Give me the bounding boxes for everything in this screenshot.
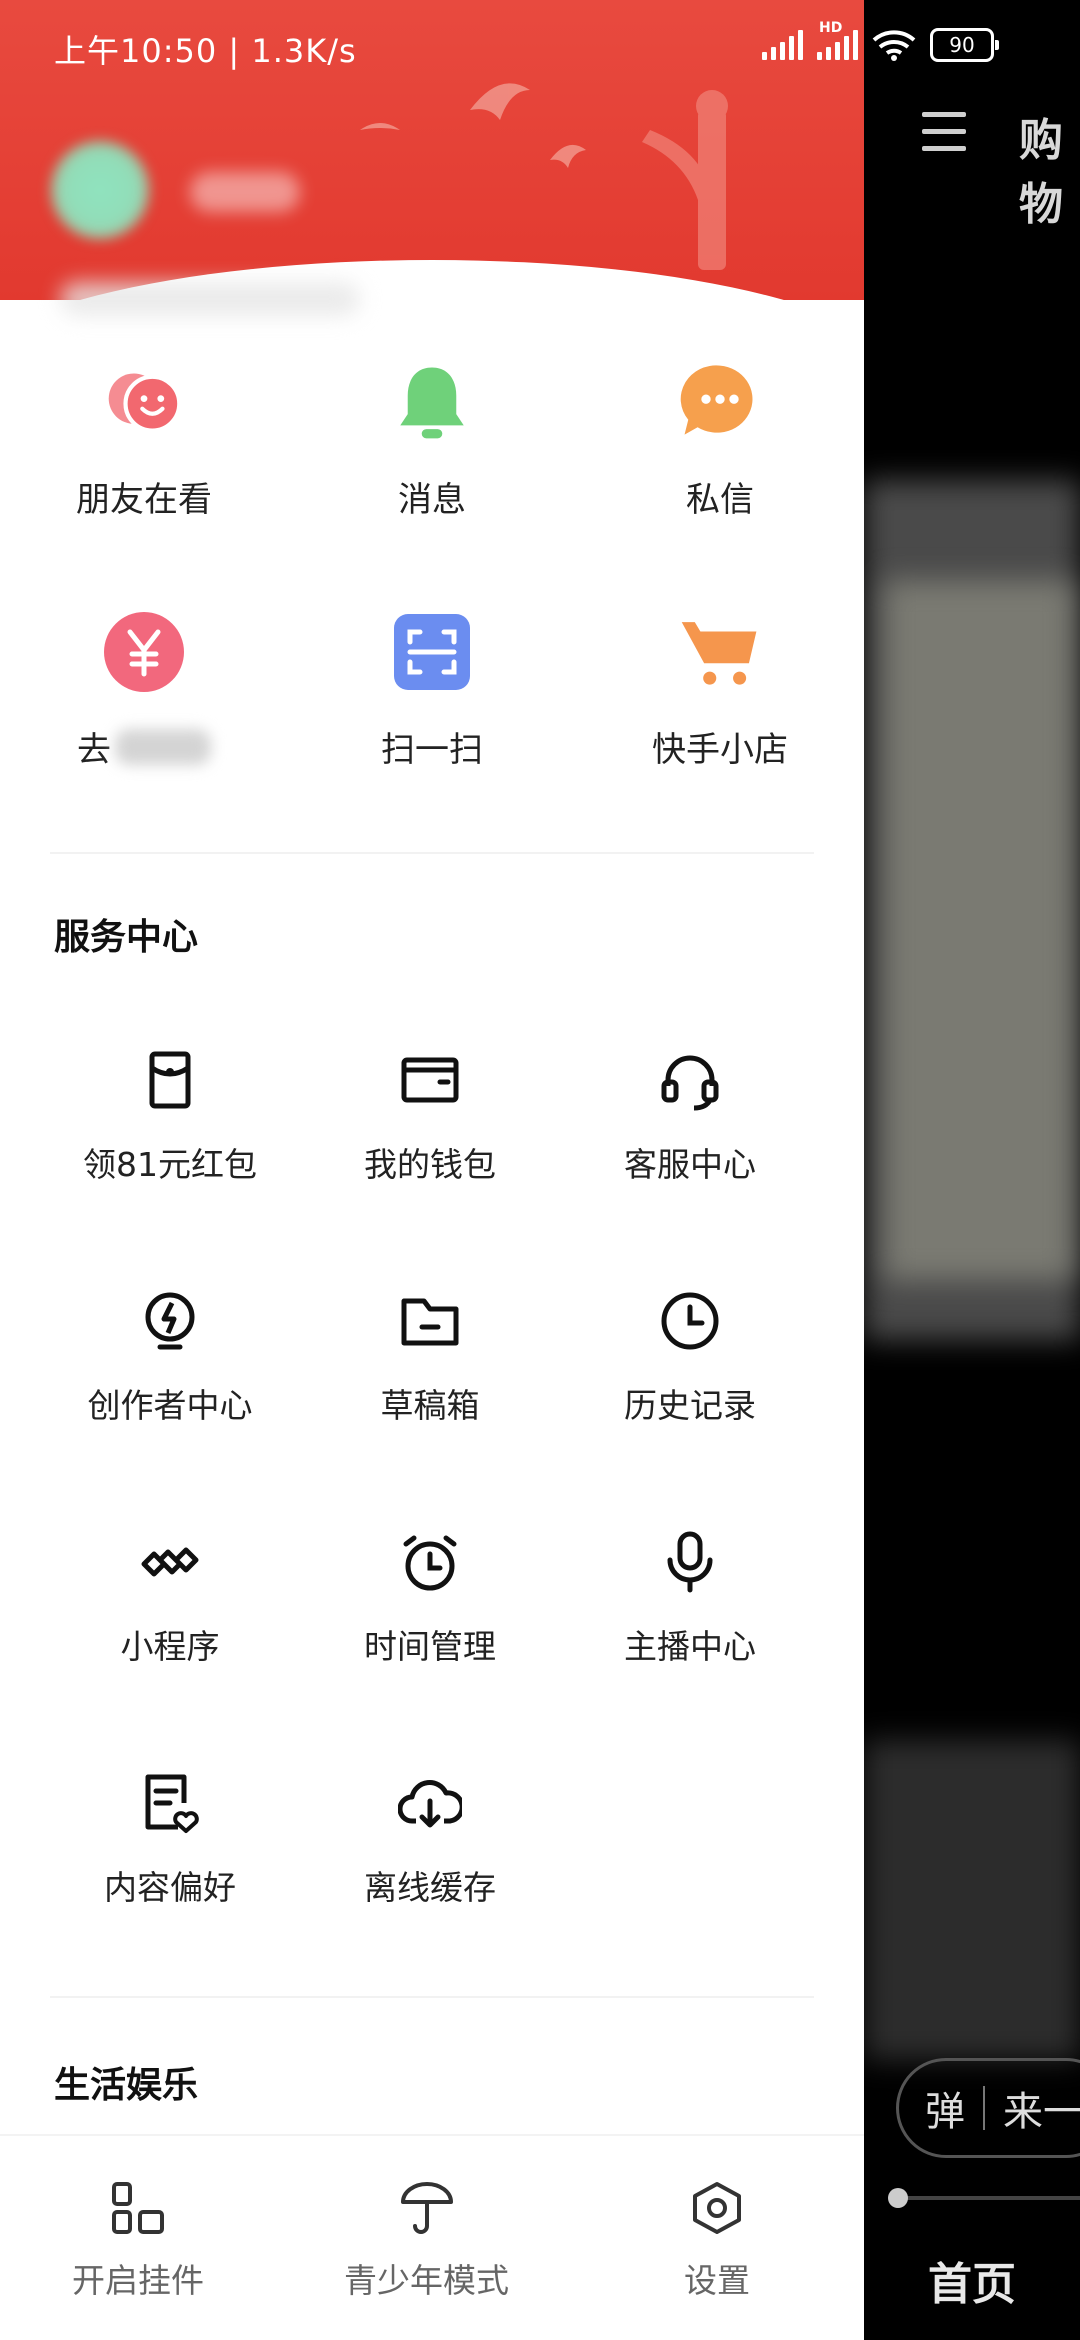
youth-mode-button[interactable]: 青少年模式: [344, 2180, 509, 2302]
quick-item-label: 扫一扫: [381, 730, 483, 770]
quick-item-label-wrap: 去: [77, 722, 211, 771]
bottom-tab-home[interactable]: 首页: [928, 2248, 1016, 2312]
service-item-label: 小程序: [120, 1627, 220, 1666]
quick-item-label: 去: [77, 730, 111, 770]
status-time: 上午10:50 | 1.3K/s: [54, 32, 357, 70]
service-item-customer-service[interactable]: 客服中心: [560, 1048, 820, 1289]
umbrella-icon: [400, 2182, 453, 2234]
doc-heart-icon: [145, 1774, 199, 1833]
hamburger-menu-icon[interactable]: [922, 112, 966, 163]
bell-icon: [390, 360, 474, 444]
settings-label: 设置: [684, 2261, 750, 2300]
status-bar-icons: HD 90: [762, 20, 999, 62]
wifi-icon: [872, 30, 916, 61]
video-progress-bar[interactable]: [888, 2188, 1080, 2208]
headset-icon: [661, 1055, 719, 1111]
danmu-toggle-label[interactable]: 弹: [925, 2079, 965, 2137]
quick-item-private-message[interactable]: 私信: [576, 360, 864, 521]
quick-item-label: 消息: [398, 480, 466, 520]
folder-icon: [401, 1298, 459, 1346]
quick-item-go[interactable]: 去: [0, 610, 288, 771]
side-drawer: 上午10:50 | 1.3K/s 朋友在看 消息 私信 去 扫一扫 快手小店 服…: [0, 0, 864, 2340]
wallet-icon: [401, 1057, 459, 1103]
section-title-life-entertainment: 生活娱乐: [54, 2065, 199, 2106]
quick-item-label: 快手小店: [652, 730, 788, 770]
blurred-label-part: [115, 728, 211, 765]
service-item-label: 我的钱包: [364, 1145, 496, 1184]
service-item-time-management[interactable]: 时间管理: [300, 1530, 560, 1771]
service-item-label: 历史记录: [624, 1386, 756, 1425]
widget-label: 开启挂件: [72, 2261, 204, 2300]
service-item-history[interactable]: 历史记录: [560, 1289, 820, 1530]
widget-icon: [112, 2182, 164, 2234]
service-item-streamer-center[interactable]: 主播中心: [560, 1530, 820, 1771]
yuan-coin-icon: [102, 610, 186, 694]
signal-1-icon: [762, 30, 803, 60]
infinity-link-icon: [141, 1547, 199, 1577]
quick-actions-row-2: 去 扫一扫 快手小店: [0, 610, 864, 771]
service-item-label: 内容偏好: [104, 1868, 236, 1907]
progress-handle[interactable]: [888, 2188, 908, 2208]
drawer-bottom-bar: 开启挂件 青少年模式 设置: [0, 2134, 864, 2340]
blurred-video-content: [864, 1740, 1080, 2060]
blurred-video-content: [884, 580, 1074, 1280]
quick-item-label: 朋友在看: [76, 480, 212, 520]
cart-icon: [678, 610, 762, 694]
quick-item-friends-watching[interactable]: 朋友在看: [0, 360, 288, 521]
service-item-label: 时间管理: [364, 1627, 496, 1666]
clock-icon: [661, 1292, 719, 1350]
service-item-label: 主播中心: [624, 1627, 756, 1666]
service-item-label: 离线缓存: [364, 1868, 496, 1907]
bulb-bolt-icon: [145, 1292, 195, 1350]
widget-button[interactable]: 开启挂件: [72, 2180, 204, 2302]
avatar[interactable]: [50, 140, 150, 240]
service-item-creator-center[interactable]: 创作者中心: [40, 1289, 300, 1530]
separator: [983, 2086, 985, 2130]
quick-item-kuaishou-shop[interactable]: 快手小店: [576, 610, 864, 771]
quick-actions-row-1: 朋友在看 消息 私信: [0, 360, 864, 521]
friends-watching-icon: [102, 360, 186, 444]
battery-icon: 90: [930, 28, 999, 62]
divider: [50, 1996, 814, 1998]
chat-bubble-icon: [678, 360, 762, 444]
quick-item-messages[interactable]: 消息: [288, 360, 576, 521]
service-item-wallet[interactable]: 我的钱包: [300, 1048, 560, 1289]
service-item-mini-program[interactable]: 小程序: [40, 1530, 300, 1771]
danmu-input[interactable]: 弹 来一: [896, 2058, 1080, 2158]
service-item-content-preference[interactable]: 内容偏好: [40, 1771, 300, 2012]
service-item-label: 创作者中心: [87, 1386, 253, 1425]
service-item-label: 领81元红包: [83, 1145, 257, 1184]
decorative-birds-icon: [360, 83, 728, 270]
service-item-drafts[interactable]: 草稿箱: [300, 1289, 560, 1530]
quick-item-scan[interactable]: 扫一扫: [288, 610, 576, 771]
quick-item-label: 私信: [686, 480, 754, 520]
top-tab-shopping[interactable]: 购物: [1019, 104, 1080, 232]
alarm-clock-icon: [403, 1535, 457, 1591]
service-item-red-packet[interactable]: 领81元红包: [40, 1048, 300, 1289]
service-item-offline-cache[interactable]: 离线缓存: [300, 1771, 560, 2012]
service-item-label: 客服中心: [624, 1145, 756, 1184]
profile-sub-info: [60, 282, 360, 316]
settings-button[interactable]: 设置: [684, 2180, 750, 2302]
youth-mode-label: 青少年模式: [344, 2261, 509, 2300]
service-item-label: 草稿箱: [380, 1386, 480, 1425]
cloud-download-icon: [398, 1780, 462, 1828]
profile-header: 上午10:50 | 1.3K/s: [0, 0, 864, 300]
settings-hexagon-icon: [693, 2182, 741, 2234]
service-grid: 领81元红包 我的钱包 客服中心 创作者中心 草稿箱 历史记录 小程序 时间管理…: [40, 1048, 820, 2012]
signal-2-icon: HD: [817, 20, 858, 60]
danmu-placeholder: 来一: [1003, 2089, 1080, 2135]
username[interactable]: [190, 172, 300, 212]
red-packet-icon: [149, 1051, 191, 1109]
hd-badge: HD: [819, 20, 843, 36]
scan-icon: [390, 610, 474, 694]
microphone-icon: [667, 1531, 713, 1593]
divider: [50, 852, 814, 854]
background-video-feed: 购物 弹 来一 首页: [864, 0, 1080, 2340]
section-title-service-center: 服务中心: [54, 917, 199, 958]
